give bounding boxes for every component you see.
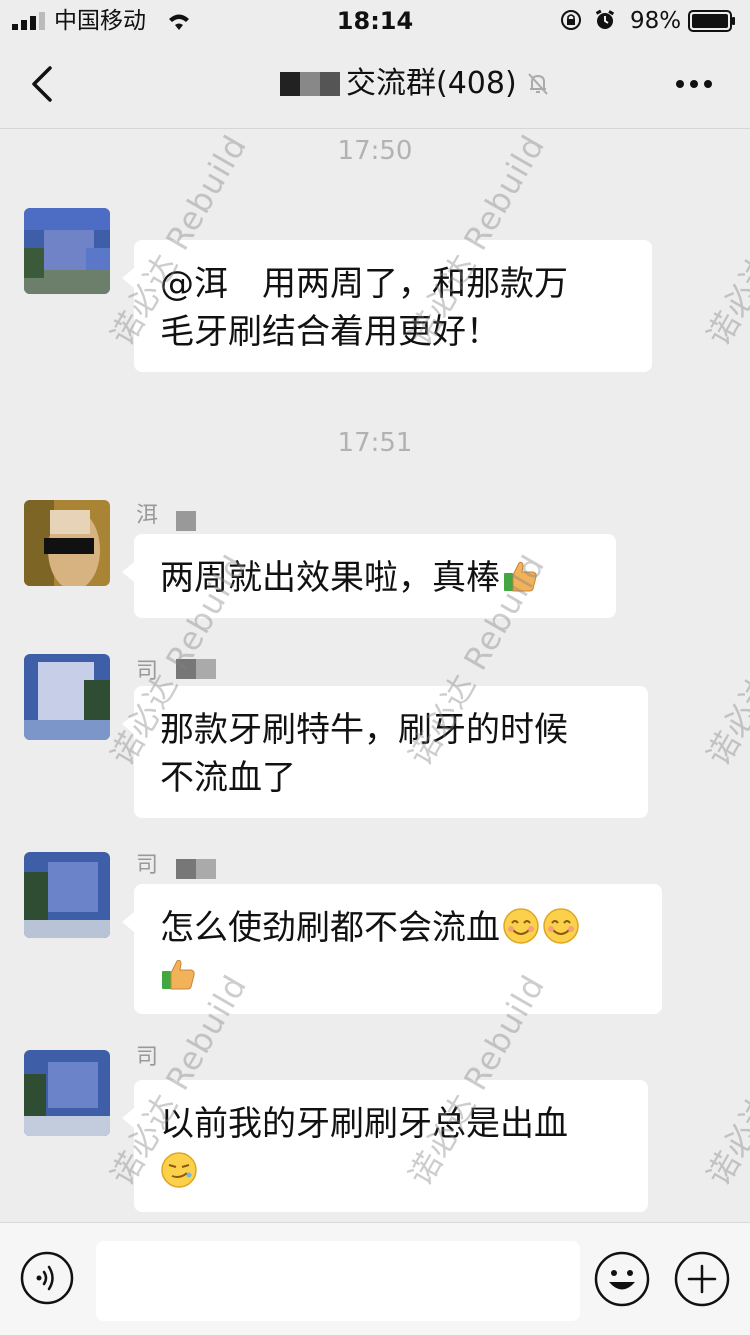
avatar-image xyxy=(24,208,110,294)
back-icon[interactable] xyxy=(28,66,56,102)
more-icon[interactable] xyxy=(674,78,714,90)
avatar-image xyxy=(24,654,110,740)
watermark-text: 诺必达 Rebuild xyxy=(699,548,750,772)
status-bar: 中国移动 18:14 98% xyxy=(0,0,750,42)
message-bubble[interactable]: @洱 用两周了，和那款万 毛牙刷结合着用更好！ xyxy=(122,240,652,372)
smirk-emoji xyxy=(161,1152,197,1188)
redacted-name xyxy=(176,511,197,531)
chat-title: 交流群(408) xyxy=(346,66,517,101)
smile-emoji xyxy=(543,908,579,944)
avatar[interactable] xyxy=(24,208,110,294)
avatar[interactable] xyxy=(24,852,110,938)
message-text: 不流血了 xyxy=(160,758,296,798)
sender-initial: 司 xyxy=(136,1045,159,1070)
chat-header: 交流群(408) xyxy=(0,42,750,129)
chat-timestamp: 17:50 xyxy=(337,136,413,166)
chat-title-area: 交流群(408) xyxy=(280,64,551,104)
message-text: 怎么使劲刷都不会流血 xyxy=(160,908,500,948)
plus-icon[interactable] xyxy=(674,1251,730,1307)
avatar[interactable] xyxy=(24,1050,110,1136)
sender-initial: 洱 xyxy=(136,503,159,528)
sender-initial: 司 xyxy=(136,853,159,878)
smile-emoji xyxy=(503,908,539,944)
battery-percent: 98% xyxy=(630,8,682,34)
alarm-icon xyxy=(595,9,615,29)
thumbs-up-emoji xyxy=(162,959,195,990)
message-text: 毛牙刷结合着用更好！ xyxy=(160,312,500,352)
avatar[interactable] xyxy=(24,500,110,586)
sender-name: 洱 xyxy=(136,498,197,531)
watermark-text: 诺必达 Rebuild xyxy=(699,968,750,1192)
chat-input-bar xyxy=(0,1222,750,1335)
battery-icon xyxy=(688,10,735,32)
lock-rotation-icon xyxy=(561,10,581,30)
chat-timestamp: 17:51 xyxy=(337,428,413,458)
emoji-icon[interactable] xyxy=(594,1251,650,1307)
message-text: 那款牙刷特牛，刷牙的时候 xyxy=(160,710,568,750)
message-text: @洱 用两周了，和那款万 xyxy=(160,264,568,304)
avatar[interactable] xyxy=(24,654,110,740)
message-bubble[interactable]: 那款牙刷特牛，刷牙的时候 不流血了 xyxy=(122,686,648,818)
redacted-name xyxy=(176,859,217,879)
avatar-image xyxy=(24,852,110,938)
avatar-image xyxy=(24,1050,110,1136)
voice-icon[interactable] xyxy=(20,1251,74,1305)
message-text: 以前我的牙刷刷牙总是出血 xyxy=(160,1104,568,1144)
message-bubble[interactable]: 以前我的牙刷刷牙总是出血 xyxy=(122,1080,648,1212)
message-input[interactable] xyxy=(96,1241,580,1321)
redacted-name xyxy=(280,72,342,96)
mute-icon xyxy=(527,73,548,95)
avatar-image xyxy=(24,500,110,586)
sender-name: 司 xyxy=(136,848,217,879)
